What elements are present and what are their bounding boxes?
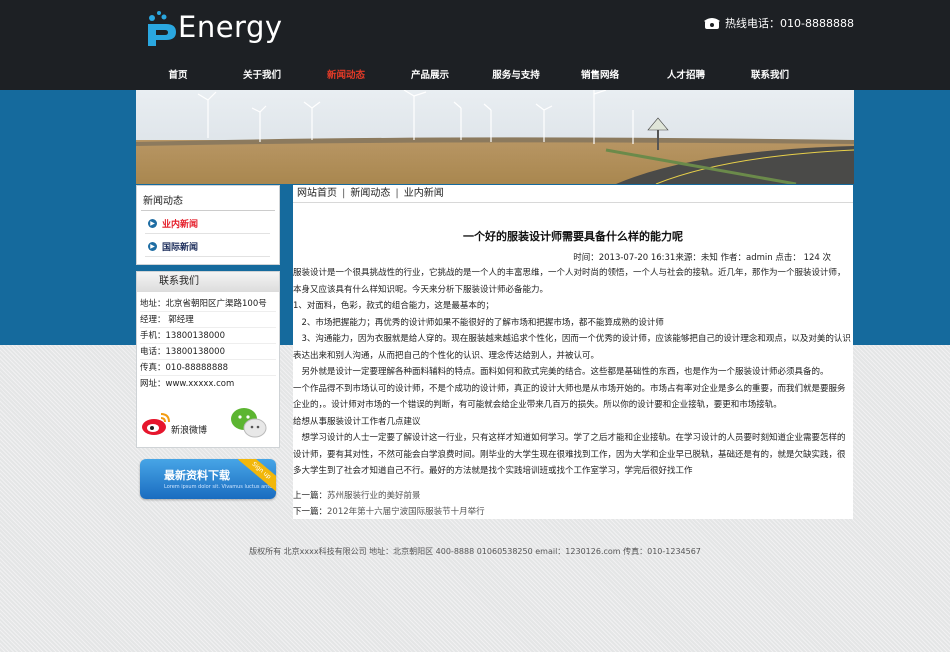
article-paragraph: 另外就是设计一定要理解各种面料辅料的特点。面料如何和款式完美的结合。这些都是基础… — [293, 367, 829, 377]
article-paragraph: 给想从事服装设计工作者几点建议 — [293, 416, 421, 427]
nav-jobs[interactable]: 人才招聘 — [641, 67, 731, 81]
download-label: 最新资料下载 — [164, 469, 230, 482]
weibo-label: 新浪微博 — [171, 426, 208, 436]
divider — [140, 311, 276, 312]
next-label: 下一篇： — [293, 507, 328, 517]
breadcrumb-news[interactable]: 新闻动态 — [350, 188, 390, 199]
article-title: 一个好的服装设计师需要具备什么样的能力呢 — [463, 230, 683, 243]
nav-service[interactable]: 服务与支持 — [471, 67, 561, 81]
divider — [140, 343, 276, 344]
contact-panel: 联系我们 地址：北京省朝阳区广渠路100号 经理： 郭经理 手机：1380013… — [136, 271, 280, 448]
sidebar-item-international-news[interactable]: ▶ 国际新闻 — [145, 237, 270, 257]
hotline: 热线电话：010-8888888 — [704, 15, 854, 31]
weibo-link[interactable]: 新浪微博 — [141, 408, 211, 440]
contact-fax: 传真：010-88888888 — [140, 363, 229, 373]
prev-label: 上一篇： — [293, 491, 328, 501]
prev-article-link[interactable]: 苏州服装行业的美好前景 — [327, 491, 421, 501]
contact-address: 地址：北京省朝阳区广渠路100号 — [140, 299, 267, 309]
divider — [140, 359, 276, 360]
article-paragraph: 服装设计是一个很具挑战性的行业，它挑战的是一个人的丰富思维，一个人对时尚的领悟，… — [293, 268, 846, 295]
phone-icon — [704, 18, 720, 29]
nav-home[interactable]: 首页 — [133, 67, 223, 81]
contact-website[interactable]: 网址：www.xxxxx.com — [140, 377, 234, 389]
main-nav: 首页 关于我们 新闻动态 产品展示 服务与支持 销售网络 人才招聘 联系我们 — [136, 67, 854, 83]
article-paragraph: 想学习设计的人士一定要了解设计这一行业，只有这样才知道如何学习。学了之后才能和企… — [293, 433, 846, 476]
logo-text: Energy — [178, 10, 283, 44]
contact-manager: 经理： 郭经理 — [140, 315, 194, 325]
download-button[interactable]: 最新资料下载 Lorem ipsum dolor sit. Vivamus lu… — [140, 459, 276, 499]
article-paragraph: 3、沟通能力，因为衣服就是给人穿的。现在服装越来越追求个性化，因而一个优秀的设计… — [293, 334, 851, 361]
breadcrumb-industry[interactable]: 业内新闻 — [404, 188, 444, 199]
divider — [140, 375, 276, 376]
download-subtext: Lorem ipsum dolor sit. Vivamus luctus an… — [164, 484, 273, 490]
nav-about[interactable]: 关于我们 — [217, 67, 307, 81]
hotline-text: 热线电话：010-8888888 — [725, 17, 854, 30]
sidebar-item-label: 国际新闻 — [162, 243, 199, 253]
article-paragraph: 一个作品得不到市场认可的设计师，不是个成功的设计师，真正的设计大师也是从市场开始… — [293, 383, 846, 411]
nav-contact[interactable]: 联系我们 — [725, 67, 815, 81]
bullet-arrow-icon: ▶ — [148, 242, 157, 251]
wechat-icon[interactable] — [229, 406, 269, 440]
contact-phone: 电话：13800138000 — [140, 347, 225, 357]
divider — [140, 327, 276, 328]
sidebar-news-title: 新闻动态 — [143, 196, 183, 207]
contact-mobile: 手机：13800138000 — [140, 331, 225, 341]
breadcrumb-home[interactable]: 网站首页 — [297, 188, 337, 199]
next-article-link[interactable]: 2012年第十六届宁波国际服装节十月举行 — [327, 507, 485, 517]
divider — [141, 210, 275, 211]
nav-sales[interactable]: 销售网络 — [555, 67, 645, 81]
contact-title: 联系我们 — [137, 272, 279, 292]
sidebar-news-panel: 新闻动态 ▶ 业内新闻 ▶ 国际新闻 — [136, 185, 280, 265]
nav-products[interactable]: 产品展示 — [385, 67, 475, 81]
next-article: 下一篇：2012年第十六届宁波国际服装节十月举行 — [293, 505, 485, 517]
footer-text: 版权所有 北京xxxx科技有限公司 地址：北京朝阳区 400-8888 0106… — [249, 547, 701, 556]
article-meta: 时间：2013-07-20 16:31来源：未知 作者：admin 点击： 12… — [573, 253, 831, 263]
article-paragraph: 1、对面料，色彩，款式的组合能力，这是最基本的； — [293, 301, 494, 311]
sidebar-item-label: 业内新闻 — [162, 220, 199, 230]
breadcrumb: 网站首页 | 新闻动态 | 业内新闻 — [293, 185, 853, 203]
bullet-arrow-icon: ▶ — [148, 219, 157, 228]
article-panel: 网站首页 | 新闻动态 | 业内新闻 一个好的服装设计师需要具备什么样的能力呢 时间：2… — [293, 185, 853, 519]
article-body: 服装设计是一个很具挑战性的行业，它挑战的是一个人的丰富思维，一个人对时尚的领悟，… — [293, 265, 853, 480]
weibo-icon — [142, 413, 170, 435]
article-paragraph: 2、市场把握能力；再优秀的设计师如果不能很好的了解市场和把握市场，都不能算成熟的… — [293, 317, 664, 328]
prev-article: 上一篇：苏州服装行业的美好前景 — [293, 489, 421, 501]
sidebar-item-industry-news[interactable]: ▶ 业内新闻 — [145, 214, 270, 234]
breadcrumb-separator: | — [342, 188, 346, 199]
breadcrumb-separator: | — [395, 188, 399, 199]
nav-news[interactable]: 新闻动态 — [301, 67, 391, 81]
wind-farm-banner — [136, 90, 854, 184]
